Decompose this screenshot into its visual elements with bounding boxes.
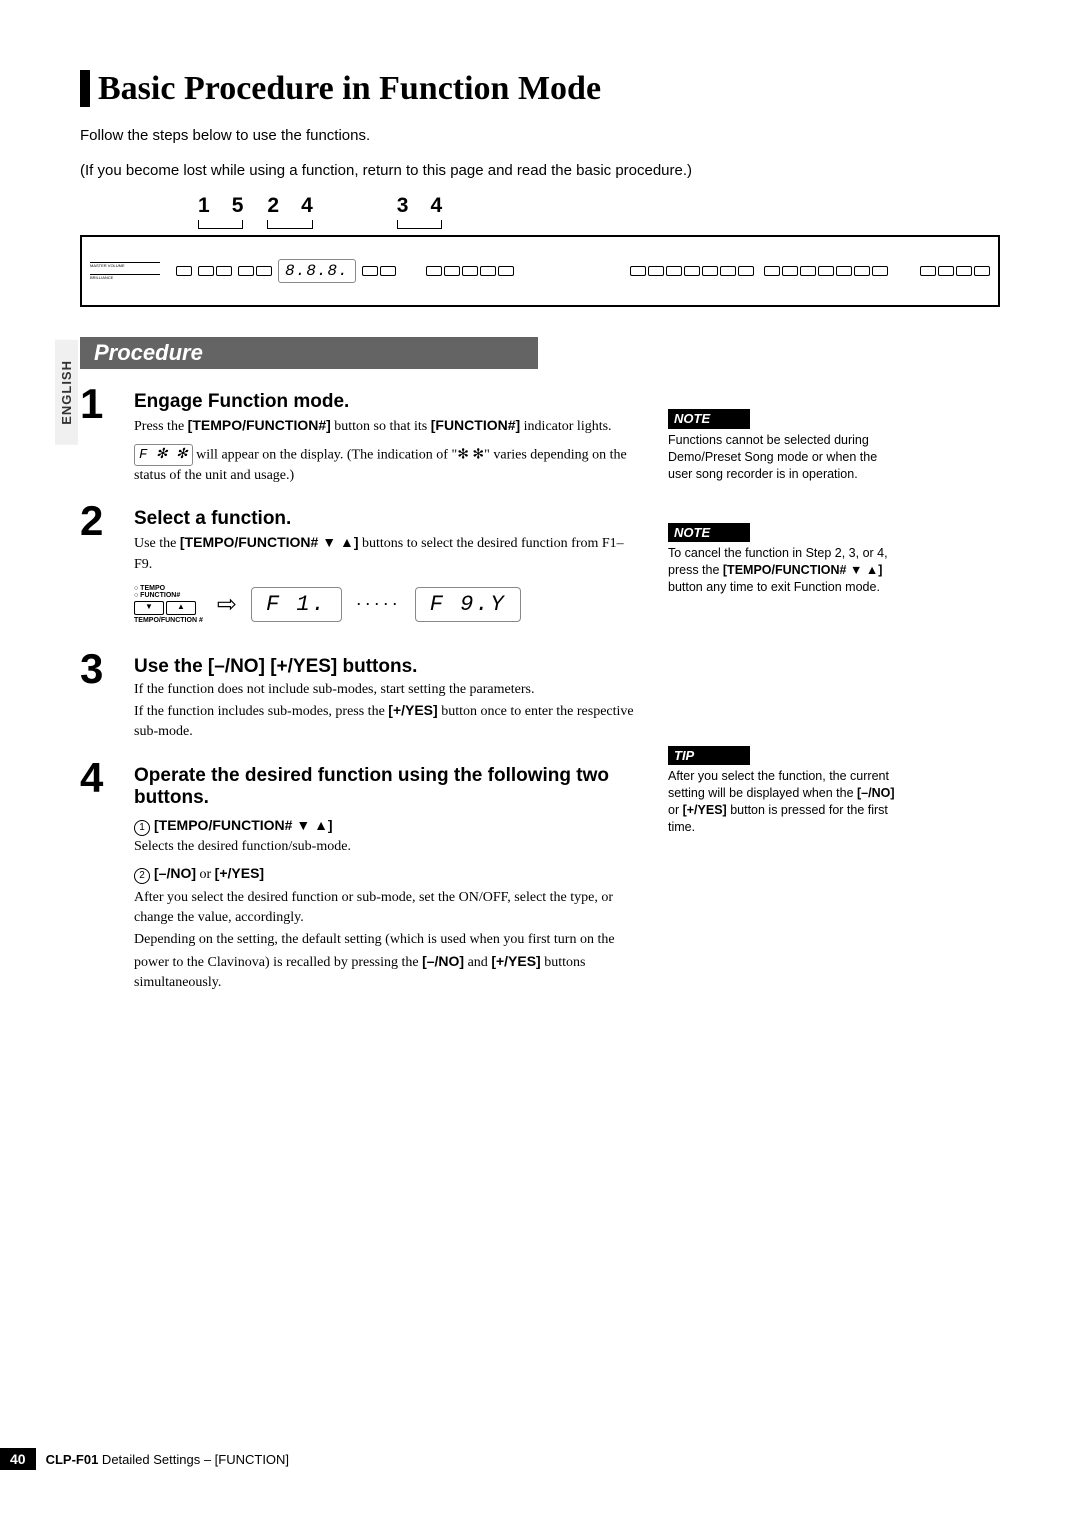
ellipsis: ····· [356,594,401,615]
button-ref: [–/NO] [422,953,464,969]
callout-num: 4 [301,194,313,218]
callout-num: 5 [232,194,244,218]
callout-num: 1 [198,194,210,218]
display-f1: F 1. [251,587,342,622]
display-f9: F 9.Y [415,587,521,622]
footer-section: Detailed Settings – [FUNCTION] [98,1452,289,1467]
button-ref: [TEMPO/FUNCTION# ▼ ▲] [154,817,333,833]
button-ref: [+/YES] [491,953,540,969]
step-title: Use the [–/NO] [+/YES] buttons. [134,656,640,678]
button-ref: [TEMPO/FUNCTION# ▼ ▲] [180,534,359,550]
step-number: 4 [80,757,134,993]
text: will appear on the display. (The indicat… [193,447,458,462]
text: ✻ ✻ [457,447,484,462]
function-indicator: ○ FUNCTION# [134,592,203,599]
note-heading: NOTE [668,409,750,429]
step-title: Engage Function mode. [134,391,640,413]
page-number: 40 [0,1448,36,1470]
step-title: Select a function. [134,508,640,530]
tip-text: After you select the function, the curre… [668,769,889,800]
note-text: Functions cannot be selected during Demo… [668,432,898,483]
page-title: Basic Procedure in Function Mode [80,70,1000,107]
step-number: 2 [80,500,134,624]
callout-num: 4 [430,194,442,218]
note-1: NOTE Functions cannot be selected during… [668,409,898,482]
text: Press the [134,419,188,434]
note-2: NOTE To cancel the function in Step 2, 3… [668,523,898,596]
up-button-icon [166,601,196,615]
callout-num: 2 [267,194,279,218]
tip-heading: TIP [668,746,750,766]
tempo-indicator: ○ TEMPO [134,585,203,592]
note-heading: NOTE [668,523,750,543]
button-ref: [+/YES] [215,865,264,881]
button-ref: [FUNCTION#] [431,417,520,433]
text: Selects the desired function/sub-mode. [134,837,640,857]
text: or [196,867,215,882]
circled-1-icon: 1 [134,820,150,836]
function-select-diagram: ○ TEMPO ○ FUNCTION# TEMPO/FUNCTION # ⇨ F… [134,585,640,624]
intro-line-2: (If you become lost while using a functi… [80,160,1000,183]
text: Use the [134,536,180,551]
circled-2-icon: 2 [134,868,150,884]
instrument-panel-diagram: MASTER VOLUME BRILLIANCE 8.8.8. [80,235,1000,307]
button-ref: [–/NO] [857,786,895,800]
step-number: 3 [80,648,134,743]
display-example: F ✻ ✻ [134,444,193,466]
text: indicator lights. [520,419,611,434]
button-ref: [TEMPO/FUNCTION#] [188,417,331,433]
button-ref: [–/NO] [154,865,196,881]
step-number: 1 [80,383,134,486]
step-3: 3 Use the [–/NO] [+/YES] buttons. If the… [80,648,640,743]
text: After you select the desired function or… [134,888,640,929]
step-2: 2 Select a function. Use the [TEMPO/FUNC… [80,500,640,624]
panel-display: 8.8.8. [278,259,356,283]
tip-1: TIP After you select the function, the c… [668,746,898,836]
button-ref: [+/YES] [683,803,727,817]
procedure-heading: Procedure [80,337,538,369]
text: button so that its [331,419,431,434]
panel-callouts: 1 5 2 4 3 4 [198,194,1000,229]
button-ref: [TEMPO/FUNCTION# ▼ ▲] [723,563,882,577]
callout-num: 3 [397,194,409,218]
note-text: button any time to exit Function mode. [668,580,880,594]
text: If the function includes sub-modes, pres… [134,704,388,719]
tempo-function-caption: TEMPO/FUNCTION # [134,617,203,624]
step-title: Operate the desired function using the f… [134,765,640,809]
intro-line-1: Follow the steps below to use the functi… [80,125,1000,148]
step-1: 1 Engage Function mode. Press the [TEMPO… [80,383,640,486]
tip-text: or [668,803,683,817]
text: and [464,955,491,970]
down-button-icon [134,601,164,615]
text: If the function does not include sub-mod… [134,680,640,700]
arrow-right-icon: ⇨ [217,590,237,619]
button-ref: [+/YES] [388,702,437,718]
model-name: CLP-F01 [46,1452,99,1467]
language-tab: ENGLISH [55,340,78,445]
step-4: 4 Operate the desired function using the… [80,757,640,993]
page-footer: 40 CLP-F01 Detailed Settings – [FUNCTION… [0,1448,289,1470]
